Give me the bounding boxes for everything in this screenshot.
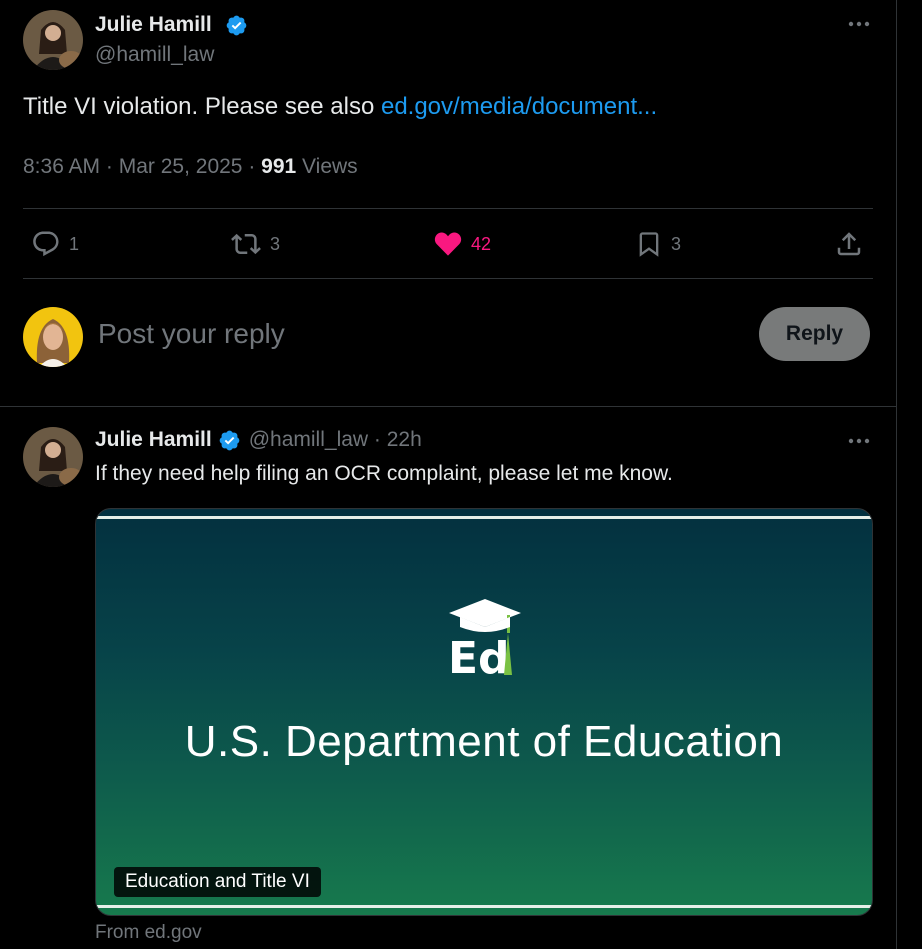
author-avatar[interactable] [23,10,83,70]
divider [23,278,873,279]
meta-separator: · [100,155,119,178]
card-image-border-top [96,516,872,519]
like-count: 42 [471,233,492,254]
verified-badge-icon [219,430,240,450]
link-card[interactable]: Ed U.S. Department of Education Educatio… [95,508,873,916]
tweet-text: Title VI violation. Please see also ed.g… [23,93,657,121]
reply-count: 1 [69,233,80,254]
bookmark-icon [639,232,659,257]
author-handle[interactable]: @hamill_law [95,43,214,67]
reply-input[interactable]: Post your reply [98,318,285,350]
repost-count: 3 [270,233,281,254]
reply-author-handle[interactable]: @hamill_law [249,428,368,452]
heart-icon [434,232,462,256]
tweet-time[interactable]: 8:36 AM [23,155,100,178]
like-action[interactable]: 42 [433,228,491,260]
svg-text:Ed: Ed [448,633,510,679]
reply-author-avatar[interactable] [23,427,83,487]
card-image-title: U.S. Department of Education [184,717,784,766]
repost-icon [231,233,261,255]
section-divider [0,406,897,407]
views-count: 991 [261,155,297,178]
reply-text: If they need help filing an OCR complain… [95,462,673,485]
author-name[interactable]: Julie Hamill [95,13,212,37]
meta-separator-2: · [242,155,262,178]
reply-separator: · [368,428,387,451]
tweet-text-content: Title VI violation. Please see also [23,93,381,120]
column-border [896,0,897,949]
verified-badge-icon [226,15,247,36]
bookmark-action[interactable]: 3 [635,228,681,260]
reply-header: Julie Hamill @hamill_law · 22h [95,428,422,452]
reply-age[interactable]: 22h [387,428,422,452]
divider [23,208,873,209]
card-source[interactable]: From ed.gov [95,922,202,944]
reply-author-name[interactable]: Julie Hamill [95,428,212,452]
repost-action[interactable]: 3 [230,228,280,260]
card-label: Education and Title VI [114,867,321,897]
more-icon[interactable] [846,11,872,37]
tweet-link[interactable]: ed.gov/media/document... [381,93,657,120]
more-icon[interactable] [846,428,872,454]
reply-icon [33,231,59,257]
views-label: Views [296,155,358,178]
user-avatar[interactable] [23,307,83,367]
share-icon [837,232,861,256]
bookmark-count: 3 [671,233,682,254]
reply-button[interactable]: Reply [759,307,870,361]
tweet-date[interactable]: Mar 25, 2025 [119,155,243,178]
ed-logo-icon: Ed [448,599,521,679]
card-image-border-bottom [96,905,872,908]
tweet-meta: 8:36 AM · Mar 25, 2025 · 991 Views [23,155,358,179]
share-action[interactable] [834,228,864,260]
reply-action[interactable]: 1 [31,228,79,260]
